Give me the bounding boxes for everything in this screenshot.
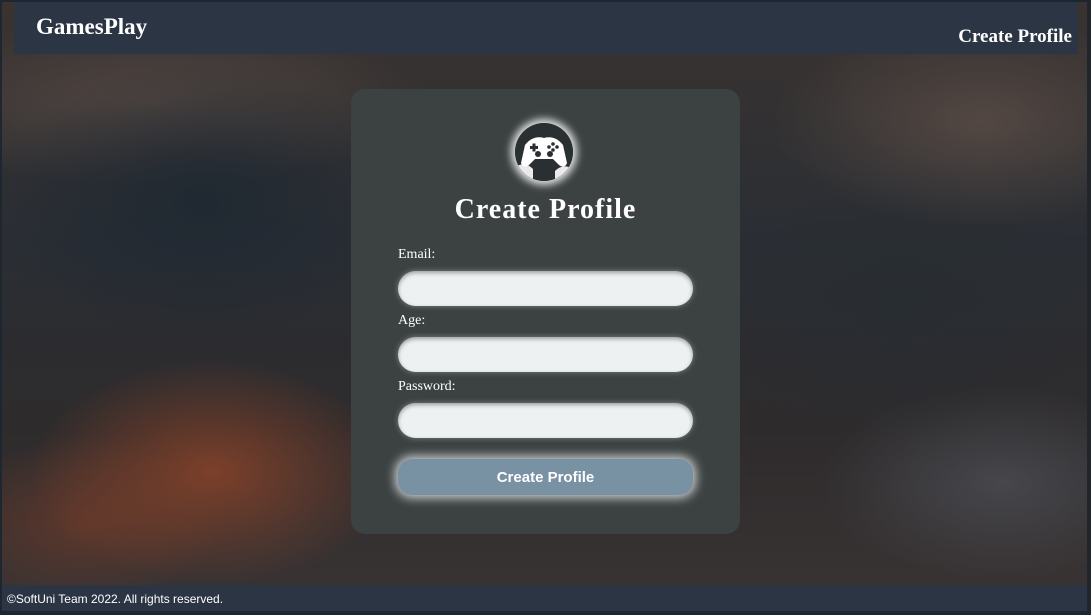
create-profile-button[interactable]: Create Profile: [398, 459, 693, 495]
email-label: Email:: [398, 247, 436, 262]
email-field[interactable]: [398, 271, 693, 306]
age-field[interactable]: [398, 337, 693, 372]
footer: ©SoftUni Team 2022. All rights reserved.: [2, 585, 1087, 611]
password-field[interactable]: [398, 403, 693, 438]
page-background: GamesPlay Create Profile Create Profile …: [2, 2, 1087, 611]
header: GamesPlay Create Profile: [14, 2, 1078, 54]
logo-link[interactable]: GamesPlay: [36, 14, 147, 40]
create-profile-card: Create Profile Email: Age: Password: Cre…: [351, 89, 740, 534]
password-label: Password:: [398, 379, 456, 394]
nav-create-profile-link[interactable]: Create Profile: [958, 26, 1072, 48]
gamepad-icon: [515, 123, 573, 181]
copyright-text: ©SoftUni Team 2022. All rights reserved.: [7, 592, 224, 606]
form-title: Create Profile: [454, 194, 637, 225]
age-label: Age:: [398, 313, 426, 328]
